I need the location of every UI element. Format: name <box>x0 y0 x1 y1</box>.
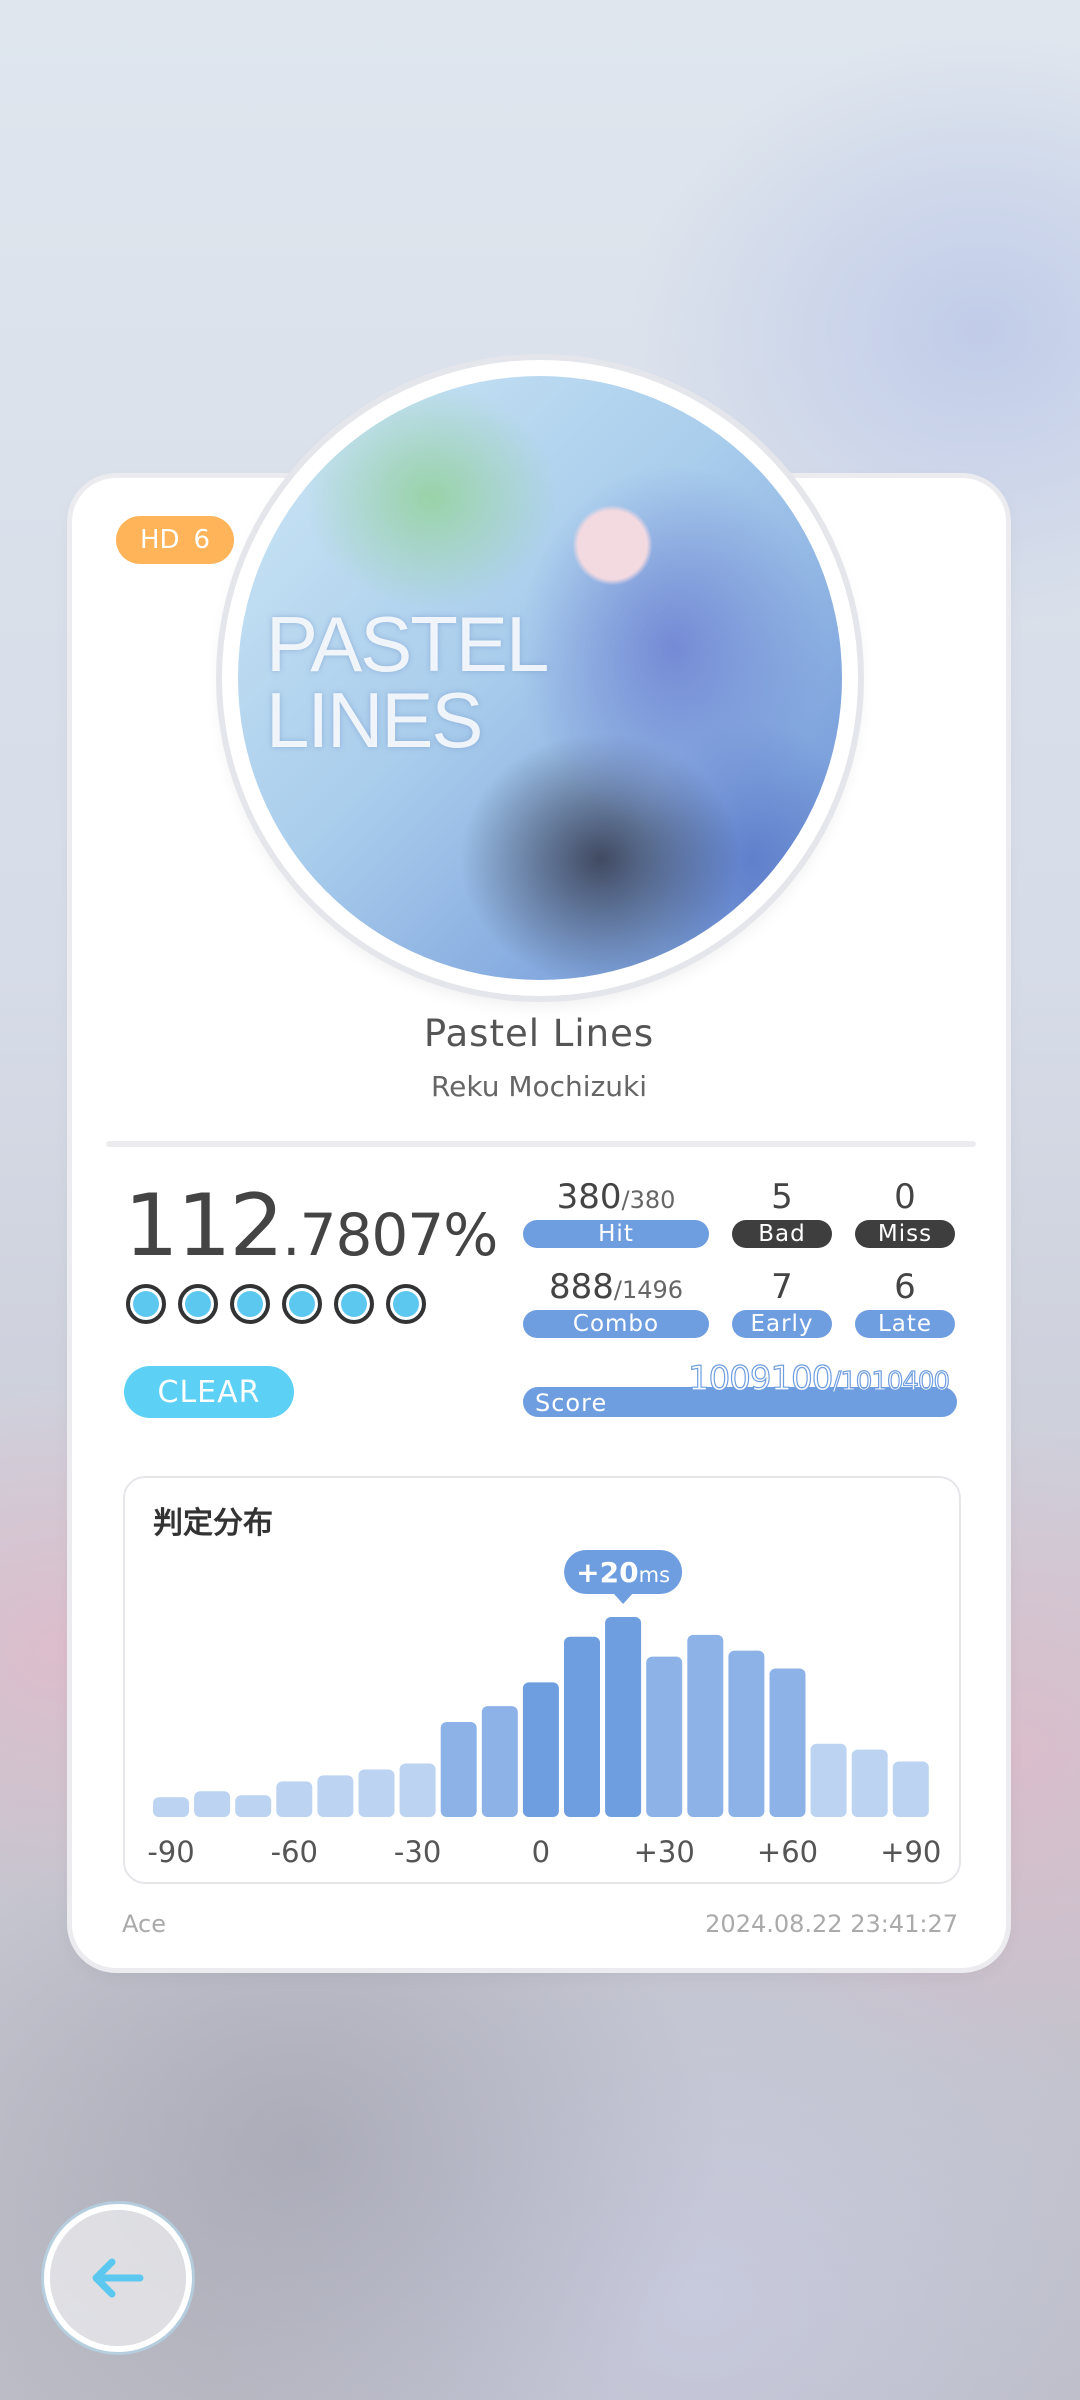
x-tick-label: 0 <box>532 1835 550 1869</box>
histogram-bar <box>481 1706 518 1817</box>
stat-early: 7 Early <box>732 1264 832 1338</box>
bad-label: Bad <box>732 1220 832 1248</box>
miss-value: 0 <box>894 1177 916 1217</box>
clear-mark-dot <box>230 1284 270 1324</box>
stat-miss: 0 Miss <box>855 1174 955 1248</box>
hit-value: 380 <box>556 1177 622 1217</box>
combo-value: 888 <box>548 1267 614 1307</box>
difficulty-badge: HD 6 <box>116 516 234 564</box>
difficulty-level: 6 <box>193 525 211 555</box>
jacket-art: PASTEL LINES <box>238 376 842 980</box>
histogram-bar <box>276 1781 313 1817</box>
histogram-bar <box>728 1650 765 1817</box>
back-button[interactable] <box>50 2210 186 2346</box>
early-label: Early <box>732 1310 832 1338</box>
clear-mark-dot <box>334 1284 374 1324</box>
rank-label: Ace <box>122 1910 166 1938</box>
clear-mark-dot <box>126 1284 166 1324</box>
stat-bad: 5 Bad <box>732 1174 832 1248</box>
histogram-bar <box>646 1656 683 1817</box>
x-tick-label: +30 <box>634 1835 695 1869</box>
histogram-bar <box>194 1791 231 1817</box>
clear-marks <box>126 1284 426 1324</box>
judgement-distribution-chart: 判定分布 -90 -60 -30 0 +30 +60 +90 +20ms <box>123 1476 961 1884</box>
score-max: /1010400 <box>832 1366 951 1397</box>
song-artist: Reku Mochizuki <box>430 1070 648 1103</box>
difficulty-label: HD <box>139 525 180 555</box>
divider <box>106 1141 976 1147</box>
histogram-bar <box>605 1617 642 1817</box>
accuracy: 112.7807% <box>124 1176 498 1276</box>
peak-annotation: +20ms <box>564 1550 683 1604</box>
stat-late: 6 Late <box>855 1264 955 1338</box>
x-tick-label: +90 <box>880 1835 941 1869</box>
clear-mark-dot <box>386 1284 426 1324</box>
histogram-bar <box>399 1763 436 1817</box>
histogram-bar <box>522 1682 559 1817</box>
score-bar: Score 1009100/1010400 <box>523 1358 957 1417</box>
score-number: 1009100 <box>687 1358 834 1399</box>
score-label: Score <box>535 1389 608 1417</box>
bad-value: 5 <box>771 1177 793 1217</box>
histogram-bar <box>564 1636 600 1817</box>
histogram-bar <box>153 1797 189 1817</box>
x-tick-label: -90 <box>147 1835 194 1869</box>
clear-mark-dot <box>282 1284 322 1324</box>
histogram-bar <box>235 1795 272 1817</box>
histogram-bar <box>358 1769 395 1817</box>
histogram-bar <box>687 1634 724 1817</box>
combo-label: Combo <box>523 1310 709 1338</box>
arrow-left-icon <box>92 2258 144 2298</box>
late-label: Late <box>855 1310 955 1338</box>
play-timestamp: 2024.08.22 23:41:27 <box>705 1910 958 1938</box>
accuracy-integer: 112 <box>124 1176 284 1276</box>
histogram-bar <box>892 1761 929 1817</box>
clear-mark-dot <box>178 1284 218 1324</box>
late-value: 6 <box>894 1267 916 1307</box>
stat-combo: 888/1496 Combo <box>523 1264 709 1338</box>
miss-label: Miss <box>855 1220 955 1248</box>
score-value: 1009100/1010400 <box>687 1358 951 1399</box>
histogram-bar <box>810 1743 847 1817</box>
accuracy-decimal: .7807% <box>282 1201 498 1269</box>
hit-label: Hit <box>523 1220 709 1248</box>
x-tick-label: -30 <box>394 1835 441 1869</box>
clear-status-badge: CLEAR <box>124 1366 294 1418</box>
x-tick-label: +60 <box>757 1835 818 1869</box>
histogram-bar <box>317 1775 354 1817</box>
histogram-bar <box>851 1749 888 1817</box>
hit-total: /380 <box>621 1186 676 1214</box>
combo-total: /1496 <box>613 1276 684 1304</box>
song-title: Pastel Lines <box>423 1012 655 1055</box>
histogram-bar <box>769 1668 806 1817</box>
jacket-art-text: PASTEL LINES <box>266 600 549 764</box>
stat-hit: 380/380 Hit <box>523 1174 709 1248</box>
early-value: 7 <box>771 1267 793 1307</box>
x-tick-label: -60 <box>271 1835 318 1869</box>
chart-svg: -90 -60 -30 0 +30 +60 +90 +20ms <box>147 1550 941 1869</box>
histogram-bar <box>440 1721 477 1817</box>
